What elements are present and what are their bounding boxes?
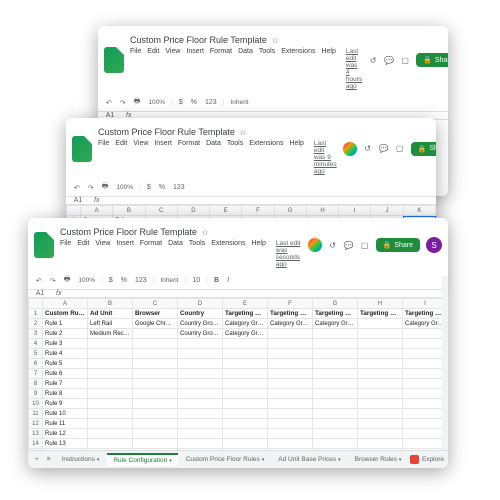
tab-browser-rules[interactable]: Browser Rules▾ [349,454,408,465]
doc-title[interactable]: Custom Price Floor Rule Template [60,227,197,237]
doc-title[interactable]: Custom Price Floor Rule Template [130,35,267,45]
titlebar: Custom Price Floor Rule Template ☆ FileE… [66,118,436,179]
tab-ad-unit-base-prices[interactable]: Ad Unit Base Prices▾ [272,454,346,465]
comment-icon[interactable]: 💬 [384,55,394,65]
explore-button[interactable]: Explore [410,455,444,464]
sheets-logo-icon [34,232,54,258]
history-icon[interactable]: ↺ [363,144,373,154]
share-button[interactable]: 🔒Share [411,142,436,156]
share-button[interactable]: 🔒Share [416,53,448,67]
bold-icon[interactable]: B [212,276,221,285]
redo-icon[interactable]: ↷ [48,276,58,286]
history-icon[interactable]: ↺ [328,240,338,250]
sheets-logo-icon [104,47,124,73]
explore-icon [410,455,419,464]
meet-icon[interactable]: ▢ [395,144,405,154]
star-icon[interactable]: ☆ [239,128,246,137]
last-edit[interactable]: Last edit was seconds ago [276,240,302,269]
collaborator-avatar[interactable] [343,142,357,156]
doc-title[interactable]: Custom Price Floor Rule Template [98,127,235,137]
undo-icon[interactable]: ↶ [34,276,44,286]
print-icon[interactable]: 🖶 [100,181,111,194]
share-button[interactable]: 🔒Share [376,238,420,252]
menu-format[interactable]: Format [210,48,232,91]
redo-icon[interactable]: ↷ [118,98,128,108]
menu-view[interactable]: View [165,48,180,91]
format-button[interactable]: 123 [203,98,219,107]
redo-icon[interactable]: ↷ [86,183,96,193]
tab-rule-configuration[interactable]: Rule Configuration▾ [107,453,177,466]
percent-button[interactable]: % [189,98,199,107]
vertical-scrollbar[interactable] [442,276,448,450]
menu-extensions[interactable]: Extensions [281,48,315,91]
add-sheet-icon[interactable]: + [32,456,42,463]
spreadsheet-grid[interactable]: ABCDEFGHI1Custom Rule TitleAd UnitBrowse… [28,298,448,466]
titlebar: Custom Price Floor Rule Template ☆ File … [98,26,448,94]
last-edit[interactable]: Last edit was 9 minutes ago [314,140,337,176]
meet-icon[interactable]: ▢ [360,240,370,250]
menu-data[interactable]: Data [238,48,253,91]
star-icon[interactable]: ☆ [271,36,278,45]
tab-instructions[interactable]: Instructions▾ [56,454,106,465]
meet-icon[interactable]: ▢ [400,55,410,65]
history-icon[interactable]: ↺ [368,55,378,65]
tab-custom-price-floor-rules[interactable]: Custom Price Floor Rules▾ [180,454,271,465]
star-icon[interactable]: ☆ [201,228,208,237]
undo-icon[interactable]: ↶ [104,98,114,108]
last-edit[interactable]: Last edit was 4 hours ago [346,48,362,91]
all-sheets-icon[interactable]: ≡ [44,456,54,463]
comment-icon[interactable]: 💬 [344,240,354,250]
sheet-tabs: + ≡ Instructions▾ Rule Configuration▾ Cu… [28,450,448,468]
avatar[interactable]: S [426,237,442,253]
titlebar: Custom Price Floor Rule Template ☆ FileE… [28,218,448,272]
menu-file[interactable]: File [130,48,141,91]
formula-bar: A1 fx [28,290,448,298]
comment-icon[interactable]: 💬 [379,144,389,154]
toolbar: ↶ ↷ 🖶 100% | $ % 123 | Inherit [98,94,448,112]
toolbar: ↶ ↷ 🖶 100% | $ % 123 [66,179,436,197]
formula-bar: A1 fx [66,197,436,205]
menu-tools[interactable]: Tools [259,48,275,91]
font-select[interactable]: Inherit [228,98,250,107]
menu-edit[interactable]: Edit [147,48,159,91]
collaborator-avatar[interactable] [308,238,322,252]
toolbar: ↶ ↷ 🖶 100% | $ % 123 | Inherit | 10 | B … [28,272,448,290]
italic-icon[interactable]: I [225,276,231,285]
print-icon[interactable]: 🖶 [62,274,73,287]
menu-bar: FileEditViewInsertFormatDataToolsExtensi… [98,140,337,176]
undo-icon[interactable]: ↶ [72,183,82,193]
menu-help[interactable]: Help [321,48,335,91]
menu-bar: FileEditViewInsertFormatDataToolsExtensi… [60,240,302,269]
zoom-select[interactable]: 100% [146,98,167,107]
menu-insert[interactable]: Insert [186,48,204,91]
currency-button[interactable]: $ [177,98,185,107]
print-icon[interactable]: 🖶 [132,96,143,109]
sheets-logo-icon [72,136,92,162]
sheets-window-front: Custom Price Floor Rule Template ☆ FileE… [28,218,448,468]
menu-bar: File Edit View Insert Format Data Tools … [130,48,362,91]
